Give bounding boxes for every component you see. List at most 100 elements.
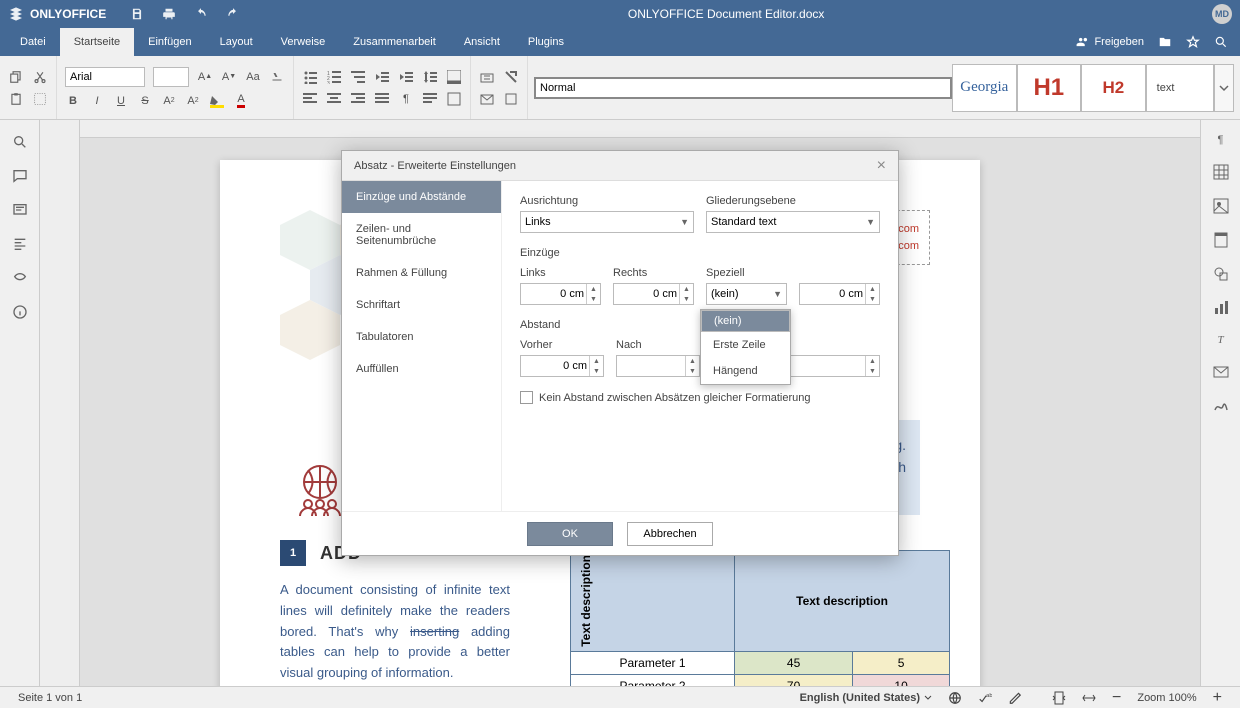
feedback-icon[interactable]	[12, 270, 28, 286]
style-expand-icon[interactable]	[1214, 64, 1234, 112]
table-settings-icon[interactable]	[1213, 164, 1229, 180]
comments-icon[interactable]	[12, 168, 28, 184]
bullets-icon[interactable]	[302, 69, 318, 85]
style-georgia[interactable]: Georgia	[952, 64, 1017, 112]
vertical-ruler[interactable]	[40, 120, 80, 686]
font-name-input[interactable]	[65, 67, 145, 87]
close-icon[interactable]: ×	[877, 157, 886, 175]
chart-settings-icon[interactable]	[1213, 300, 1229, 316]
paragraph-settings-icon[interactable]: ¶	[1218, 134, 1224, 146]
style-text[interactable]: text	[1146, 64, 1215, 112]
nav-line-page-breaks[interactable]: Zeilen- und Seitenumbrüche	[342, 213, 501, 257]
save-icon[interactable]	[130, 7, 144, 21]
align-left-icon[interactable]	[302, 91, 318, 107]
nav-indents-spacing[interactable]: Einzüge und Abstände	[342, 181, 501, 213]
inc-font-icon[interactable]: A▲	[197, 69, 213, 85]
strike-icon[interactable]: S	[137, 93, 153, 109]
nonprinting-icon[interactable]: ¶	[398, 91, 414, 107]
tab-ansicht[interactable]: Ansicht	[450, 28, 514, 56]
nav-paddings[interactable]: Auffüllen	[342, 353, 501, 385]
page-status[interactable]: Seite 1 von 1	[18, 692, 82, 704]
track-changes-icon[interactable]	[1008, 691, 1022, 705]
style-h1[interactable]: H1	[1017, 64, 1082, 112]
indent-left-input[interactable]: 0 cm▲▼	[520, 283, 601, 305]
zoom-out-icon[interactable]: −	[1112, 689, 1121, 707]
highlight-more-icon[interactable]	[269, 69, 285, 85]
zoom-label[interactable]: Zoom 100%	[1137, 692, 1196, 704]
paste-icon[interactable]	[8, 91, 24, 107]
tab-einfuegen[interactable]: Einfügen	[134, 28, 205, 56]
redo-icon[interactable]	[226, 7, 240, 21]
language-status[interactable]: English (United States)	[800, 692, 932, 704]
superscript-icon[interactable]: A2	[161, 93, 177, 109]
align-justify-icon[interactable]	[374, 91, 390, 107]
copy-icon[interactable]	[8, 69, 24, 85]
tab-plugins[interactable]: Plugins	[514, 28, 578, 56]
find-icon[interactable]	[12, 134, 28, 150]
insert-object-icon[interactable]	[503, 91, 519, 107]
nav-tabs[interactable]: Tabulatoren	[342, 321, 501, 353]
header-footer-icon[interactable]	[1213, 232, 1229, 248]
line-spacing-icon[interactable]	[422, 69, 438, 85]
change-case-icon[interactable]: Aa	[245, 69, 261, 85]
no-space-checkbox[interactable]: Kein Abstand zwischen Absätzen gleicher …	[520, 391, 880, 404]
align-right-icon[interactable]	[350, 91, 366, 107]
outline-select[interactable]: Standard text▼	[706, 211, 880, 233]
image-settings-icon[interactable]	[1213, 198, 1229, 214]
dec-font-icon[interactable]: A▼	[221, 69, 237, 85]
textart-settings-icon[interactable]: T	[1217, 334, 1223, 346]
select-all-icon[interactable]	[32, 91, 48, 107]
zoom-in-icon[interactable]: +	[1213, 689, 1222, 707]
signature-settings-icon[interactable]	[1213, 398, 1229, 414]
fit-width-icon[interactable]	[1082, 691, 1096, 705]
nav-borders-fill[interactable]: Rahmen & Füllung	[342, 257, 501, 289]
insert-field-icon[interactable]	[479, 69, 495, 85]
borders-icon[interactable]	[446, 91, 462, 107]
spellcheck-icon[interactable]: abc	[978, 691, 992, 705]
chat-icon[interactable]	[12, 202, 28, 218]
user-avatar[interactable]: MD	[1212, 4, 1232, 24]
indent-right-input[interactable]: 0 cm▲▼	[613, 283, 694, 305]
font-color-icon[interactable]: A	[233, 93, 249, 109]
ok-button[interactable]: OK	[527, 522, 613, 546]
tab-verweise[interactable]: Verweise	[267, 28, 340, 56]
dropdown-option-hanging[interactable]: Hängend	[701, 358, 790, 384]
navigation-icon[interactable]	[12, 236, 28, 252]
alignment-select[interactable]: Links▼	[520, 211, 694, 233]
underline-icon[interactable]: U	[113, 93, 129, 109]
dec-indent-icon[interactable]	[374, 69, 390, 85]
spacing-before-input[interactable]: 0 cm▲▼	[520, 355, 604, 377]
style-h2[interactable]: H2	[1081, 64, 1146, 112]
horizontal-ruler[interactable]	[80, 120, 1200, 138]
para-settings-icon[interactable]	[422, 91, 438, 107]
cancel-button[interactable]: Abbrechen	[627, 522, 713, 546]
search-icon[interactable]	[1214, 35, 1228, 49]
special-indent-select[interactable]: (kein)▼	[706, 283, 787, 305]
numbering-icon[interactable]: 123	[326, 69, 342, 85]
highlight-color-icon[interactable]	[209, 93, 225, 109]
special-indent-by-input[interactable]: 0 cm▲▼	[799, 283, 880, 305]
font-size-input[interactable]	[153, 67, 189, 87]
shading-icon[interactable]	[446, 69, 462, 85]
dropdown-option-none[interactable]: (kein)	[701, 310, 790, 332]
dialog-titlebar[interactable]: Absatz - Erweiterte Einstellungen ×	[342, 151, 898, 181]
clear-style-icon[interactable]	[503, 69, 519, 85]
italic-icon[interactable]: I	[89, 93, 105, 109]
set-lang-icon[interactable]	[948, 691, 962, 705]
multilevel-icon[interactable]	[350, 69, 366, 85]
print-icon[interactable]	[162, 7, 176, 21]
mailmerge-settings-icon[interactable]	[1213, 364, 1229, 380]
inc-indent-icon[interactable]	[398, 69, 414, 85]
dropdown-option-firstline[interactable]: Erste Zeile	[701, 332, 790, 358]
bold-icon[interactable]: B	[65, 93, 81, 109]
cut-icon[interactable]	[32, 69, 48, 85]
about-icon[interactable]	[12, 304, 28, 320]
style-normal[interactable]: Normal	[534, 77, 952, 99]
tab-datei[interactable]: Datei	[6, 28, 60, 56]
share-button[interactable]: Freigeben	[1076, 35, 1144, 49]
fit-page-icon[interactable]	[1052, 691, 1066, 705]
mailmerge-icon[interactable]	[479, 91, 495, 107]
tab-zusammenarbeit[interactable]: Zusammenarbeit	[339, 28, 450, 56]
subscript-icon[interactable]: A2	[185, 93, 201, 109]
shape-settings-icon[interactable]	[1213, 266, 1229, 282]
